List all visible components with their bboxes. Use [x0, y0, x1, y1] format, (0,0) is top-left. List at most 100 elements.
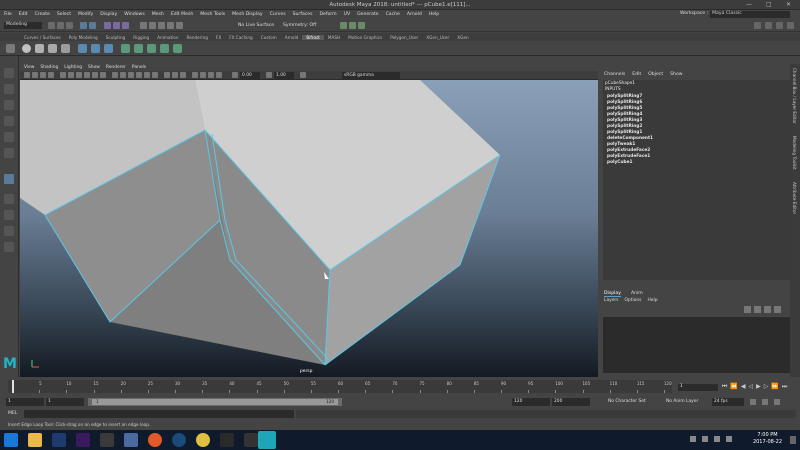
- origin-icon[interactable]: [148, 433, 162, 447]
- poly-cylinder-icon[interactable]: [48, 44, 57, 53]
- input-node[interactable]: polySplitRing1: [607, 130, 642, 135]
- image-plane-icon[interactable]: [48, 72, 54, 78]
- layer-down-icon[interactable]: [754, 306, 761, 313]
- xray-icon[interactable]: [200, 72, 206, 78]
- shelf-tab[interactable]: Rigging: [129, 35, 153, 40]
- range-bar[interactable]: 1 120: [88, 398, 342, 406]
- attribute-editor-icon[interactable]: [765, 22, 772, 29]
- layer-menu-options[interactable]: Options: [625, 298, 642, 303]
- lasso-tool-icon[interactable]: [4, 84, 14, 94]
- shelf-tab-active[interactable]: Bifrost: [302, 34, 324, 40]
- two-view-icon[interactable]: [4, 210, 14, 220]
- viewport[interactable]: persp: [20, 80, 598, 377]
- safe-action-icon[interactable]: [100, 72, 106, 78]
- range-bar-handle[interactable]: [92, 399, 338, 405]
- input-node[interactable]: polyTweak1: [607, 142, 635, 147]
- current-frame-field[interactable]: 1: [678, 384, 718, 391]
- multi-cut-icon[interactable]: [160, 44, 169, 53]
- step-forward-key-icon[interactable]: ⏩: [771, 383, 778, 391]
- play-forward-icon[interactable]: ▶: [756, 383, 761, 391]
- input-node[interactable]: polySplitRing4: [607, 112, 642, 117]
- symmetry-label[interactable]: Symmetry: Off: [283, 23, 316, 28]
- file-explorer-icon[interactable]: [28, 433, 42, 447]
- minimize-icon[interactable]: —: [746, 1, 752, 8]
- shadows-icon[interactable]: [152, 72, 158, 78]
- snap-grid-icon[interactable]: [140, 22, 147, 29]
- snap-curve-icon[interactable]: [149, 22, 156, 29]
- render-icon[interactable]: [340, 22, 347, 29]
- shelf-gear-icon[interactable]: [6, 44, 15, 53]
- shelf-tab[interactable]: Rendering: [183, 35, 212, 40]
- play-back-icon[interactable]: ◁: [749, 383, 754, 391]
- film-gate-icon[interactable]: [68, 72, 74, 78]
- command-input[interactable]: [24, 410, 294, 418]
- close-icon[interactable]: ✕: [786, 1, 791, 8]
- live-surface-label[interactable]: No Live Surface: [238, 23, 274, 28]
- undo-icon[interactable]: [80, 22, 87, 29]
- maximize-icon[interactable]: □: [766, 1, 772, 8]
- use-lights-icon[interactable]: [144, 72, 150, 78]
- playback-end-field[interactable]: 120: [512, 398, 550, 406]
- open-scene-icon[interactable]: [57, 22, 64, 29]
- extrude-icon[interactable]: [121, 44, 130, 53]
- edge-loop-icon[interactable]: [173, 44, 182, 53]
- save-scene-icon[interactable]: [66, 22, 73, 29]
- modeling-toolkit-icon[interactable]: [754, 22, 761, 29]
- shelf-tab[interactable]: Animation: [153, 35, 182, 40]
- playback-start-field[interactable]: 1: [46, 398, 84, 406]
- exposure-field[interactable]: 0.00: [240, 72, 260, 79]
- separate-icon[interactable]: [91, 44, 100, 53]
- photoshop-icon[interactable]: [52, 433, 66, 447]
- system-clock[interactable]: 7:00 PM 2017-08-22: [753, 432, 782, 446]
- new-scene-icon[interactable]: [48, 22, 55, 29]
- cb-menu-show[interactable]: Show: [670, 72, 682, 77]
- render-settings-icon[interactable]: [358, 22, 365, 29]
- menu-arnold[interactable]: Arnold: [407, 12, 422, 17]
- step-back-icon[interactable]: ◀: [741, 383, 746, 391]
- panel-menu-show[interactable]: Show: [88, 65, 100, 70]
- auto-key-icon[interactable]: [750, 399, 756, 405]
- input-node[interactable]: polyExtrudeFace1: [607, 154, 650, 159]
- unity-icon[interactable]: [100, 433, 114, 447]
- start-time-field[interactable]: 1: [6, 398, 44, 406]
- select-hierarchy-icon[interactable]: [104, 22, 111, 29]
- blender-icon[interactable]: [124, 433, 138, 447]
- tray-chevron-icon[interactable]: [690, 436, 696, 442]
- channel-box-icon[interactable]: [787, 22, 794, 29]
- side-tab-channel-box[interactable]: Channel Box / Layer Editor: [792, 68, 797, 124]
- wireframe-icon[interactable]: [112, 72, 118, 78]
- timeline-ticks[interactable]: 1510152025303540455055606570758085909510…: [8, 380, 672, 393]
- loop-icon[interactable]: [762, 399, 768, 405]
- isolate-select-icon[interactable]: [192, 72, 198, 78]
- maya-taskbar-icon[interactable]: [258, 431, 276, 449]
- poly-cone-icon[interactable]: [61, 44, 70, 53]
- outliner-view-icon[interactable]: [4, 226, 14, 236]
- xray-joints-icon[interactable]: [208, 72, 214, 78]
- layer-up-icon[interactable]: [744, 306, 751, 313]
- unreal-icon[interactable]: [244, 433, 258, 447]
- shape-node-label[interactable]: pCubeShape1: [605, 81, 635, 86]
- language-icon[interactable]: [726, 436, 732, 442]
- shelf-tab[interactable]: Curves / Surfaces: [20, 35, 65, 40]
- poly-cube-icon[interactable]: [35, 44, 44, 53]
- volume-icon[interactable]: [714, 436, 720, 442]
- ipr-render-icon[interactable]: [349, 22, 356, 29]
- menu-file[interactable]: File: [4, 12, 12, 17]
- rotate-tool-icon[interactable]: [4, 132, 14, 142]
- gate-mask-icon[interactable]: [84, 72, 90, 78]
- premiere-icon[interactable]: [76, 433, 90, 447]
- viewport-scene[interactable]: [20, 80, 598, 377]
- menu-deform[interactable]: Deform: [320, 12, 337, 17]
- four-view-icon[interactable]: [4, 194, 14, 204]
- input-node[interactable]: polySplitRing6: [607, 100, 642, 105]
- layer-menu-help[interactable]: Help: [647, 298, 657, 303]
- resolution-gate-icon[interactable]: [76, 72, 82, 78]
- input-node[interactable]: polySplitRing7: [607, 94, 642, 99]
- side-tab-attribute-editor[interactable]: Attribute Editor: [792, 182, 797, 214]
- network-icon[interactable]: [702, 436, 708, 442]
- snap-point-icon[interactable]: [158, 22, 165, 29]
- select-object-icon[interactable]: [113, 22, 120, 29]
- wireframe-on-shaded-icon[interactable]: [128, 72, 134, 78]
- notification-icon[interactable]: [790, 436, 796, 444]
- color-management-icon[interactable]: [300, 72, 306, 78]
